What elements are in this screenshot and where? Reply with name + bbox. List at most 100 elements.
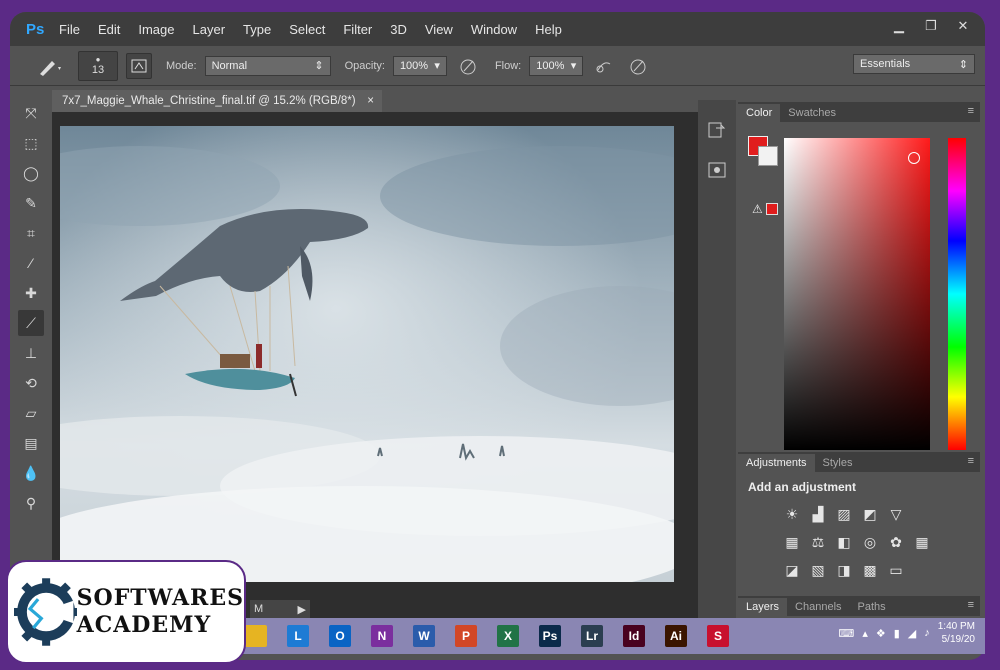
keyboard-icon[interactable]: ⌨ <box>838 627 854 640</box>
marquee-icon[interactable]: ⬚ <box>18 130 44 156</box>
outlook-icon[interactable]: O <box>320 620 360 652</box>
gamut-warning[interactable]: ⚠ <box>752 202 778 216</box>
background-color-swatch[interactable] <box>758 146 778 166</box>
gradient-map-icon[interactable]: ▭ <box>886 560 906 580</box>
invert-icon[interactable]: ◪ <box>782 560 802 580</box>
menu-type[interactable]: Type <box>234 22 280 37</box>
powerpoint-label: P <box>455 625 477 647</box>
tray-arrow-icon[interactable]: ▴ <box>862 627 868 640</box>
vibrance-icon[interactable]: ▽ <box>886 504 906 524</box>
lasso-icon[interactable]: ◯ <box>18 160 44 186</box>
tab-layers[interactable]: Layers <box>738 598 788 616</box>
brightness-icon[interactable]: ☀ <box>782 504 802 524</box>
quick-select-icon[interactable]: ✎ <box>18 190 44 216</box>
blur-icon[interactable]: 💧 <box>18 460 44 486</box>
pressure-opacity-button[interactable] <box>455 53 481 79</box>
hue-slider[interactable] <box>948 138 966 450</box>
canvas-area[interactable] <box>52 112 700 620</box>
gradient-icon[interactable]: ▤ <box>18 430 44 456</box>
threshold-icon[interactable]: ◨ <box>834 560 854 580</box>
document-tab[interactable]: 7x7_Maggie_Whale_Christine_final.tif @ 1… <box>52 90 382 112</box>
menu-window[interactable]: Window <box>462 22 526 37</box>
brush-size-picker[interactable]: ● 13 <box>78 50 118 81</box>
workspace-select[interactable]: Essentials ⇕ <box>853 54 975 74</box>
tab-swatches[interactable]: Swatches <box>780 104 844 122</box>
word-label: W <box>413 625 435 647</box>
pressure-size-button[interactable] <box>625 53 651 79</box>
airbrush-button[interactable] <box>591 53 617 79</box>
photoshop-icon[interactable]: Ps <box>530 620 570 652</box>
menu-image[interactable]: Image <box>129 22 183 37</box>
tab-color[interactable]: Color <box>738 104 781 122</box>
status-arrow-icon[interactable]: ▶ <box>298 603 306 616</box>
dropbox-icon[interactable]: ❖ <box>876 627 886 640</box>
clock[interactable]: 1:40 PM 5/19/20 <box>938 620 975 646</box>
history-panel-icon[interactable] <box>703 116 731 144</box>
volume-icon[interactable]: ♪ <box>924 627 930 639</box>
stamp-icon[interactable]: ⊥ <box>18 340 44 366</box>
restore-button[interactable]: ❐ <box>917 16 945 36</box>
menu-filter[interactable]: Filter <box>334 22 381 37</box>
color-field[interactable] <box>784 138 930 450</box>
lightroom-icon[interactable]: Lr <box>572 620 612 652</box>
mode-select[interactable]: Normal ⇕ <box>204 55 331 76</box>
hue-saturation-icon[interactable]: ▦ <box>782 532 802 552</box>
flow-field[interactable]: 100% ▾ <box>529 55 584 76</box>
healing-icon[interactable]: ✚ <box>18 280 44 306</box>
tab-channels[interactable]: Channels <box>787 598 849 616</box>
adjustments-title: Add an adjustment <box>748 480 857 494</box>
menu-select[interactable]: Select <box>280 22 334 37</box>
crop-icon[interactable]: ⌗ <box>18 220 44 246</box>
properties-panel-icon[interactable] <box>703 156 731 184</box>
adjustment-row-3: ◪ ▧ ◨ ▩ ▭ <box>738 556 980 584</box>
brush-preset-picker[interactable] <box>30 53 70 79</box>
panel-menu-icon[interactable]: ≡ <box>968 105 974 117</box>
exposure-icon[interactable]: ◩ <box>860 504 880 524</box>
menu-3d[interactable]: 3D <box>381 22 416 37</box>
snagit-icon[interactable]: S <box>698 620 738 652</box>
close-button[interactable]: ✕ <box>949 16 977 36</box>
posterize-icon[interactable]: ▧ <box>808 560 828 580</box>
brush-panel-toggle[interactable] <box>126 52 152 79</box>
levels-icon[interactable]: ▟ <box>808 504 828 524</box>
menu-view[interactable]: View <box>416 22 462 37</box>
history-brush-icon[interactable]: ⟲ <box>18 370 44 396</box>
eraser-icon[interactable]: ▱ <box>18 400 44 426</box>
move-icon[interactable]: ⤧ <box>18 100 44 126</box>
menu-layer[interactable]: Layer <box>184 22 235 37</box>
excel-icon[interactable]: X <box>488 620 528 652</box>
lightroom-label: Lr <box>581 625 603 647</box>
word-icon[interactable]: W <box>404 620 444 652</box>
battery-icon[interactable]: ▮ <box>894 627 900 640</box>
photo-filter-icon[interactable]: ◎ <box>860 532 880 552</box>
softwares-academy-logo: SOFTWARES ACADEMY <box>6 560 246 664</box>
minimize-button[interactable]: ▁ <box>885 16 913 36</box>
eyedropper-icon[interactable]: ⁄ <box>18 250 44 276</box>
signal-icon[interactable]: ◢ <box>908 627 916 640</box>
color-balance-icon[interactable]: ⚖ <box>808 532 828 552</box>
lync-icon[interactable]: L <box>278 620 318 652</box>
dodge-icon[interactable]: ⚲ <box>18 490 44 516</box>
curves-icon[interactable]: ▨ <box>834 504 854 524</box>
menu-help[interactable]: Help <box>526 22 571 37</box>
menu-edit[interactable]: Edit <box>89 22 129 37</box>
panel-menu-icon[interactable]: ≡ <box>968 599 974 611</box>
warning-icon: ⚠ <box>752 202 763 216</box>
tab-paths[interactable]: Paths <box>850 598 894 616</box>
opacity-field[interactable]: 100% ▾ <box>392 55 447 76</box>
tab-styles[interactable]: Styles <box>815 454 861 472</box>
brush-icon[interactable]: ⟋ <box>18 310 44 336</box>
color-picker-ring[interactable] <box>908 152 920 164</box>
illustrator-icon[interactable]: Ai <box>656 620 696 652</box>
indesign-icon[interactable]: Id <box>614 620 654 652</box>
close-tab-icon[interactable]: × <box>367 95 374 107</box>
powerpoint-icon[interactable]: P <box>446 620 486 652</box>
tab-adjustments[interactable]: Adjustments <box>738 454 815 472</box>
color-lookup-icon[interactable]: ▦ <box>912 532 932 552</box>
black-white-icon[interactable]: ◧ <box>834 532 854 552</box>
selective-color-icon[interactable]: ▩ <box>860 560 880 580</box>
panel-menu-icon[interactable]: ≡ <box>968 455 974 467</box>
onenote-icon[interactable]: N <box>362 620 402 652</box>
menu-file[interactable]: File <box>50 22 89 37</box>
channel-mixer-icon[interactable]: ✿ <box>886 532 906 552</box>
